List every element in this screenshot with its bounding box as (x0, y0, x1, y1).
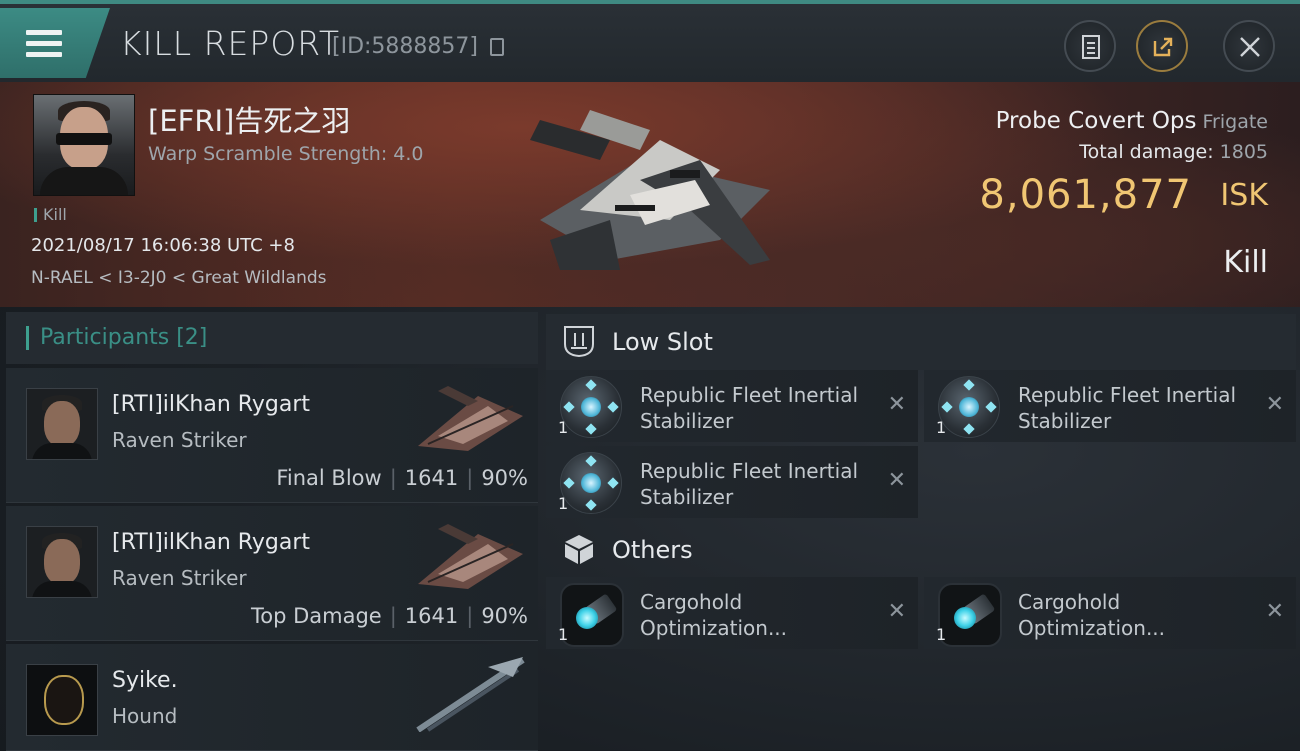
hamburger-menu-icon (26, 30, 62, 58)
participant-ship-image (418, 524, 523, 589)
participant-ship: Raven Striker (112, 428, 247, 452)
item-quantity: 1 (936, 418, 947, 437)
top-bar: KILL REPORT [ID:5888857] (0, 0, 1300, 82)
others-title: Others (612, 536, 693, 564)
module-item[interactable]: 1 Republic Fleet Inertial Stabilizer ✕ (546, 370, 918, 442)
warp-scramble-strength: Warp Scramble Strength: 4.0 (148, 143, 424, 165)
participants-header: Participants [2] (6, 312, 538, 364)
participant-stats: Final Blow | 1641 | 90% (276, 466, 528, 490)
item-name: Cargohold Optimization... (1018, 590, 1166, 640)
total-damage-label: Total damage: (1079, 141, 1214, 163)
ship-class: Frigate (1202, 111, 1268, 133)
total-damage: Total damage: 1805 (1079, 141, 1268, 163)
participant-name: Syike. (112, 668, 178, 693)
kill-location: N-RAEL < I3-2J0 < Great Wildlands (31, 268, 327, 288)
kill-type-tag: Kill (34, 205, 67, 224)
participant-ship: Hound (112, 704, 178, 728)
item-quantity: 1 (558, 625, 569, 644)
item-quantity: 1 (558, 494, 569, 513)
cargo-box-icon (565, 535, 593, 564)
close-button[interactable] (1223, 20, 1275, 72)
report-notes-button[interactable] (1064, 20, 1116, 72)
participant-card[interactable]: [RTI]ilKhan Rygart Raven Striker Final B… (6, 368, 538, 503)
participant-card[interactable]: [RTI]ilKhan Rygart Raven Striker Top Dam… (6, 506, 538, 641)
inertial-stabilizer-icon (938, 376, 1000, 438)
close-icon (1240, 37, 1260, 57)
item-quantity: 1 (558, 418, 569, 437)
participant-role: Top Damage (250, 604, 382, 628)
participant-ship-image (418, 386, 523, 451)
module-item[interactable]: 1 Republic Fleet Inertial Stabilizer ✕ (924, 370, 1296, 442)
others-header: Others (546, 522, 1296, 578)
isk-value: 8,061,877 (979, 172, 1192, 218)
inertial-stabilizer-icon (560, 452, 622, 514)
participant-portrait[interactable] (26, 388, 98, 460)
destroyed-x-icon: ✕ (887, 392, 906, 417)
victim-ship-image[interactable] (520, 100, 790, 275)
participant-portrait[interactable] (26, 664, 98, 736)
participant-card[interactable]: Syike. Hound (6, 644, 538, 751)
participant-ship: Raven Striker (112, 566, 247, 590)
accent-bar (26, 326, 29, 350)
item-name: Republic Fleet Inertial Stabilizer (640, 383, 859, 433)
victim-ship-type[interactable]: Probe Covert Ops Frigate (996, 108, 1268, 134)
participant-damage: 1641 (404, 604, 459, 628)
low-slot-title: Low Slot (612, 328, 713, 356)
cargo-item[interactable]: 1 Cargohold Optimization... ✕ (546, 577, 918, 649)
cargohold-optimization-icon (938, 583, 1002, 647)
destroyed-x-icon: ✕ (887, 468, 906, 493)
kill-result: Kill (1223, 245, 1268, 280)
destroyed-x-icon: ✕ (1265, 392, 1284, 417)
participant-percent: 90% (481, 466, 528, 490)
participant-name: [RTI]ilKhan Rygart (112, 530, 311, 555)
menu-button[interactable] (0, 8, 110, 78)
module-item[interactable]: 1 Republic Fleet Inertial Stabilizer ✕ (546, 446, 918, 518)
share-button[interactable] (1136, 20, 1188, 72)
participant-role: Final Blow (276, 466, 382, 490)
participant-ship-image (416, 657, 525, 732)
item-quantity: 1 (936, 625, 947, 644)
low-slot-header: Low Slot (546, 314, 1296, 370)
copy-id-icon[interactable] (490, 38, 504, 56)
participant-name: [RTI]ilKhan Rygart (112, 392, 311, 417)
participant-portrait[interactable] (26, 526, 98, 598)
clipboard-icon (1082, 35, 1100, 59)
participant-stats: Top Damage | 1641 | 90% (250, 604, 528, 628)
kill-datetime: 2021/08/17 16:06:38 UTC +8 (31, 235, 295, 256)
participant-percent: 90% (481, 604, 528, 628)
participant-damage: 1641 (404, 466, 459, 490)
destroyed-x-icon: ✕ (1265, 599, 1284, 624)
isk-unit: ISK (1220, 178, 1268, 213)
cargo-item[interactable]: 1 Cargohold Optimization... ✕ (924, 577, 1296, 649)
cargohold-optimization-icon (560, 583, 624, 647)
report-id: [ID:5888857] (332, 34, 478, 59)
victim-name[interactable]: [EFRI]告死之羽 (148, 98, 350, 140)
item-name: Cargohold Optimization... (640, 590, 788, 640)
participants-title: Participants [2] (40, 325, 208, 350)
item-name: Republic Fleet Inertial Stabilizer (1018, 383, 1237, 433)
destroyed-x-icon: ✕ (887, 599, 906, 624)
low-slot-icon (564, 326, 594, 358)
share-icon (1153, 37, 1173, 57)
inertial-stabilizer-icon (560, 376, 622, 438)
page-title: KILL REPORT (120, 24, 340, 63)
total-damage-value: 1805 (1219, 141, 1268, 163)
victim-portrait[interactable] (33, 94, 135, 196)
ship-name: Probe Covert Ops (995, 108, 1197, 134)
item-name: Republic Fleet Inertial Stabilizer (640, 459, 859, 509)
